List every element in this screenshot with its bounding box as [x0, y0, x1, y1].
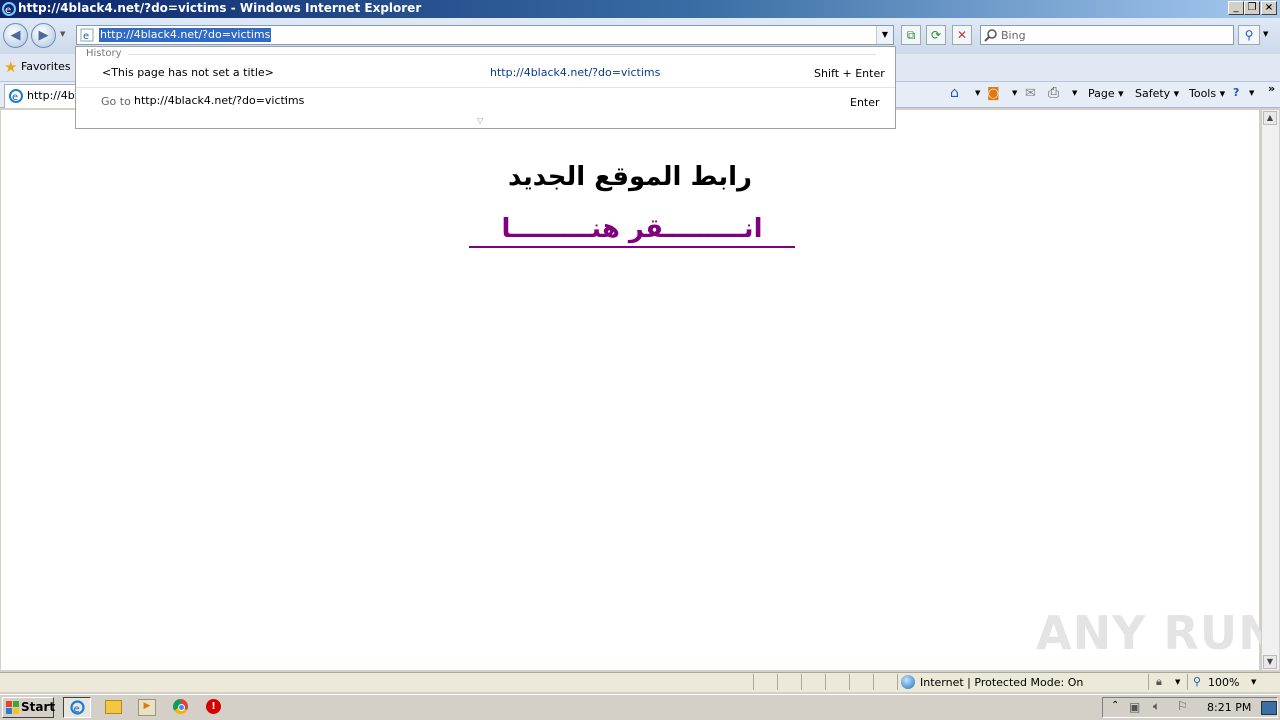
clock[interactable]: 8:21 PM: [1207, 701, 1251, 714]
internet-zone-icon: [901, 675, 915, 689]
status-pane-divider: [849, 674, 850, 690]
zoom-level[interactable]: 100%: [1208, 676, 1239, 689]
scroll-up-button[interactable]: ▲: [1263, 111, 1277, 125]
page-content: [1, 110, 1259, 670]
search-input[interactable]: Bing: [1001, 29, 1026, 42]
start-button[interactable]: Start: [2, 697, 56, 718]
star-icon: ★: [4, 58, 18, 76]
status-pane-divider: [1148, 674, 1149, 690]
print-options-icon[interactable]: ▼: [1072, 89, 1077, 97]
vertical-scrollbar[interactable]: ▲ ▼: [1261, 110, 1279, 670]
scroll-down-button[interactable]: ▼: [1263, 655, 1277, 669]
window-title: http://4black4.net/?do=victims - Windows…: [18, 1, 422, 15]
ie-taskbar-icon: e: [70, 700, 85, 715]
close-window-button[interactable]: ×: [1261, 1, 1277, 15]
feeds-icon[interactable]: ◙: [987, 86, 1000, 101]
search-box[interactable]: Bing: [980, 25, 1234, 45]
status-pane-divider: [753, 674, 754, 690]
address-input[interactable]: http://4black4.net/?do=victims: [99, 28, 272, 42]
protected-mode-lock-icon[interactable]: 🔒︎: [1156, 675, 1162, 689]
history-item-shortcut: Shift + Enter: [814, 67, 885, 80]
status-pane-divider: [1187, 674, 1188, 690]
search-provider-icon: [984, 29, 997, 42]
print-icon[interactable]: ⎙: [1048, 85, 1059, 101]
page-heading: رابط الموقع الجديد: [508, 162, 752, 192]
forward-button[interactable]: ▶: [31, 23, 56, 48]
go-to-url: http://4black4.net/?do=victims: [134, 94, 305, 107]
status-pane-divider: [777, 674, 778, 690]
zoom-options-icon[interactable]: ▼: [1251, 678, 1256, 686]
page-menu[interactable]: Page ▾: [1088, 87, 1124, 100]
tools-menu[interactable]: Tools ▾: [1189, 87, 1225, 100]
chevron-more-icon[interactable]: »: [1268, 82, 1275, 95]
start-label: Start: [21, 700, 56, 714]
home-icon[interactable]: ⌂: [950, 85, 959, 101]
mail-icon[interactable]: ✉: [1025, 86, 1036, 101]
expand-chevron-icon[interactable]: ▽: [477, 116, 483, 125]
favorites-label: Favorites: [20, 60, 71, 73]
favorites-button[interactable]: ★ Favorites: [4, 58, 71, 76]
system-tray: ⌃ ▣ 🔈︎ ⚐ 8:21 PM: [1102, 697, 1278, 718]
help-icon[interactable]: ?: [1233, 86, 1239, 99]
ie-tab-icon: e: [9, 89, 23, 103]
volume-icon[interactable]: 🔈︎: [1153, 699, 1160, 714]
show-desktop-icon[interactable]: [1261, 701, 1277, 715]
anyrun-watermark: ANY RUN: [1036, 606, 1278, 660]
chrome-icon-center: [178, 704, 185, 711]
status-pane-divider: [897, 674, 898, 690]
svg-text:e: e: [5, 5, 11, 16]
network-icon[interactable]: ▣: [1129, 700, 1140, 714]
back-button[interactable]: ◀: [3, 23, 28, 48]
go-to-prefix: Go to ': [101, 95, 138, 108]
address-bar[interactable]: e http://4black4.net/?do=victims ▼: [76, 25, 894, 45]
security-app-icon[interactable]: !: [206, 699, 221, 714]
windows-logo-icon: [6, 701, 19, 714]
taskbar: [0, 694, 1280, 720]
section-divider: [128, 54, 876, 55]
zoom-icon: ⚲: [1193, 675, 1202, 688]
explorer-folder-icon[interactable]: [105, 700, 122, 714]
lock-options-icon[interactable]: ▼: [1175, 678, 1180, 686]
search-button[interactable]: ⚲: [1238, 25, 1260, 45]
show-hidden-icons-icon[interactable]: ⌃: [1111, 700, 1119, 711]
address-dropdown-button[interactable]: ▼: [876, 26, 893, 44]
history-item-url: http://4black4.net/?do=victims: [490, 66, 661, 79]
svg-text:e: e: [12, 92, 18, 103]
status-pane-divider: [825, 674, 826, 690]
go-to-shortcut: Enter: [850, 96, 880, 109]
title-bar: e http://4black4.net/?do=victims - Windo…: [0, 0, 1280, 18]
compatibility-view-button[interactable]: ⧉: [901, 25, 921, 45]
status-pane-divider: [873, 674, 874, 690]
help-options-icon[interactable]: ▼: [1249, 89, 1254, 97]
feeds-options-icon[interactable]: ▼: [1012, 89, 1017, 97]
home-options-icon[interactable]: ▼: [975, 89, 980, 97]
refresh-button[interactable]: ⟳: [926, 25, 946, 45]
action-center-flag-icon[interactable]: ⚐: [1177, 699, 1188, 713]
recent-pages-icon[interactable]: ▼: [60, 30, 65, 38]
history-item[interactable]: <This page has not set a title> http://4…: [76, 63, 895, 87]
media-player-icon[interactable]: ▶: [138, 699, 156, 716]
safety-menu[interactable]: Safety ▾: [1135, 87, 1179, 100]
restore-button[interactable]: ❐: [1244, 1, 1260, 15]
tab-current[interactable]: e http://4bla: [4, 84, 84, 108]
go-to-suffix: ': [284, 95, 288, 108]
search-options-icon[interactable]: ▼: [1263, 30, 1268, 38]
ie-logo-icon: e: [2, 2, 16, 16]
svg-text:e: e: [74, 704, 80, 715]
minimize-button[interactable]: _: [1228, 1, 1244, 15]
history-section-label: History: [86, 48, 122, 59]
svg-text:e: e: [83, 31, 89, 42]
click-here-link[interactable]: انـــــــــقر هنـــــــــا: [469, 214, 795, 248]
taskbar-ie-button[interactable]: e: [63, 697, 91, 718]
status-bar: [0, 672, 1280, 692]
stop-button[interactable]: ✕: [952, 25, 972, 45]
status-pane-divider: [801, 674, 802, 690]
address-autocomplete-dropdown: History <This page has not set a title> …: [75, 46, 896, 129]
dropdown-divider: [76, 87, 895, 88]
security-zone-text[interactable]: Internet | Protected Mode: On: [920, 676, 1083, 689]
page-icon: e: [80, 28, 94, 42]
go-to-item[interactable]: Go to ' http://4black4.net/?do=victims '…: [76, 92, 895, 112]
history-item-title: <This page has not set a title>: [102, 66, 274, 79]
